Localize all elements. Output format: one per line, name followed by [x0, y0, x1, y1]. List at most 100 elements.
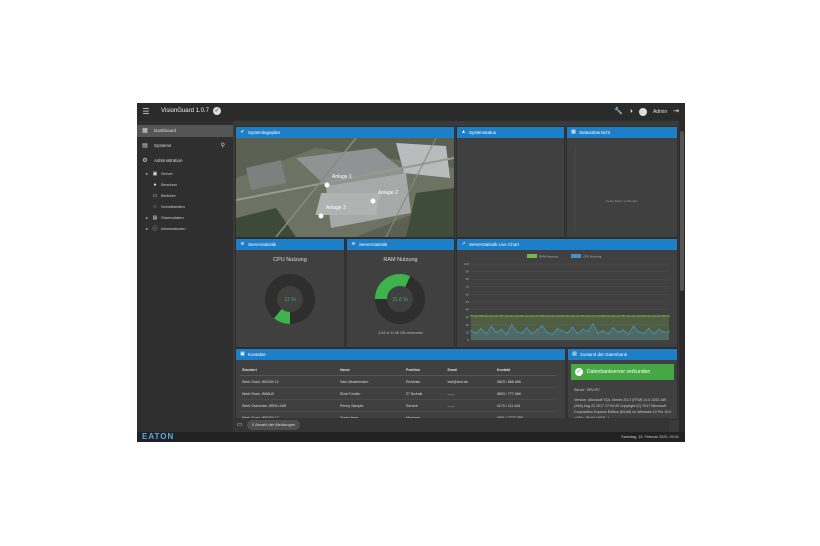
- menu-icon[interactable]: ☰: [142, 107, 150, 116]
- data-point[interactable]: [571, 315, 574, 317]
- aerial-map[interactable]: [236, 138, 454, 237]
- data-point[interactable]: [480, 327, 482, 330]
- data-point[interactable]: [581, 328, 584, 331]
- column-header[interactable]: Position: [403, 365, 446, 376]
- map-pin[interactable]: Anlage 3: [318, 205, 346, 224]
- data-point[interactable]: [561, 330, 564, 332]
- logout-icon[interactable]: ⇥: [673, 106, 679, 118]
- data-point[interactable]: [475, 315, 477, 317]
- data-point[interactable]: [515, 315, 518, 317]
- scrollbar[interactable]: [679, 121, 685, 432]
- data-point[interactable]: [668, 330, 670, 333]
- data-point[interactable]: [592, 323, 594, 325]
- sidebar-item-administration[interactable]: ⚙ Administration: [137, 155, 233, 167]
- table-row[interactable]: Werk Ostcenter, WEN.L008 Penny Sample Se…: [240, 399, 556, 412]
- wrench-icon[interactable]: 🔧: [614, 106, 623, 118]
- sidebar-item-systems[interactable]: ▤ Systems ⚲: [137, 140, 233, 152]
- data-point[interactable]: [576, 333, 579, 335]
- scrollbar-thumb[interactable]: [680, 131, 684, 291]
- legend-swatch[interactable]: [527, 254, 537, 258]
- data-point[interactable]: [637, 315, 640, 317]
- legend-label[interactable]: CPU Nutzung: [583, 255, 602, 259]
- data-point[interactable]: [521, 315, 523, 317]
- data-point[interactable]: [505, 315, 508, 317]
- table-row[interactable]: Werk Rose, WA6LB Elvis Fumklo IT-Technik…: [240, 387, 556, 400]
- sidebar-subitem-server[interactable]: ▸ ▣ Server: [137, 169, 233, 179]
- data-point[interactable]: [571, 326, 574, 328]
- column-header[interactable]: Email: [445, 365, 495, 376]
- data-point[interactable]: [556, 327, 559, 330]
- data-point[interactable]: [602, 315, 604, 317]
- data-point[interactable]: [485, 333, 487, 335]
- sidebar-subitem-schnittstellen[interactable]: ⁙ Schnittstellen: [137, 202, 233, 212]
- data-point[interactable]: [658, 328, 660, 331]
- data-point[interactable]: [597, 315, 599, 317]
- data-point[interactable]: [607, 333, 609, 335]
- legend-label[interactable]: RAM Nutzung: [539, 255, 558, 259]
- data-point[interactable]: [521, 332, 523, 334]
- data-point[interactable]: [470, 330, 472, 332]
- column-header[interactable]: Standort: [240, 365, 338, 376]
- sidebar-subitem-berichte[interactable]: ▭ Berichte: [137, 191, 233, 201]
- data-point[interactable]: [541, 324, 543, 327]
- sidebar-item-dashboard[interactable]: ▦ Dashboard: [137, 125, 233, 137]
- data-point[interactable]: [546, 331, 548, 334]
- data-point[interactable]: [480, 315, 482, 317]
- data-point[interactable]: [617, 315, 619, 317]
- sidebar-subitem-informationen[interactable]: ▸ ⓘ Informationen: [137, 224, 233, 234]
- data-point[interactable]: [627, 315, 630, 317]
- data-point[interactable]: [663, 315, 665, 317]
- data-point[interactable]: [627, 333, 630, 336]
- data-point[interactable]: [551, 315, 553, 317]
- data-point[interactable]: [632, 315, 635, 317]
- search-icon[interactable]: ⚲: [221, 140, 225, 152]
- user-name[interactable]: Admin: [653, 106, 667, 118]
- legend-swatch[interactable]: [571, 254, 581, 258]
- data-point[interactable]: [556, 315, 559, 317]
- sidebar-subitem-benutzer[interactable]: ● Benutzer: [137, 180, 233, 190]
- data-point[interactable]: [642, 332, 645, 334]
- data-point[interactable]: [653, 315, 655, 317]
- data-point[interactable]: [531, 315, 533, 317]
- data-point[interactable]: [561, 315, 564, 317]
- data-point[interactable]: [653, 333, 655, 335]
- data-point[interactable]: [500, 315, 503, 317]
- user-avatar-icon[interactable]: [638, 108, 647, 116]
- data-point[interactable]: [647, 315, 650, 317]
- data-point[interactable]: [495, 315, 498, 317]
- data-point[interactable]: [485, 315, 487, 317]
- data-point[interactable]: [607, 315, 609, 317]
- map-pin[interactable]: Anlage 2: [370, 190, 398, 209]
- contrast-icon[interactable]: ◑: [629, 106, 633, 118]
- data-point[interactable]: [587, 315, 589, 317]
- data-point[interactable]: [490, 325, 493, 328]
- data-point[interactable]: [541, 315, 543, 317]
- data-point[interactable]: [622, 329, 625, 331]
- data-point[interactable]: [668, 315, 670, 317]
- column-header[interactable]: Name: [337, 365, 404, 376]
- data-point[interactable]: [526, 327, 528, 329]
- data-point[interactable]: [612, 327, 614, 329]
- data-point[interactable]: [510, 315, 513, 317]
- data-point[interactable]: [642, 315, 645, 317]
- data-point[interactable]: [663, 331, 665, 334]
- data-point[interactable]: [490, 315, 493, 317]
- data-point[interactable]: [632, 325, 635, 328]
- data-point[interactable]: [551, 333, 553, 336]
- data-point[interactable]: [505, 333, 508, 336]
- data-point[interactable]: [526, 315, 528, 317]
- data-point[interactable]: [531, 333, 533, 335]
- notifications-button[interactable]: 0 Anzahl der Meldungen: [247, 420, 301, 430]
- data-point[interactable]: [536, 329, 538, 331]
- live-chart[interactable]: RAM Nutzung CPU Nutzung 0 10 20 30 40 50 60 70 80 9…: [457, 250, 677, 347]
- data-point[interactable]: [647, 327, 650, 330]
- data-point[interactable]: [602, 330, 604, 332]
- data-point[interactable]: [566, 332, 569, 334]
- data-point[interactable]: [500, 328, 503, 331]
- data-point[interactable]: [510, 324, 513, 326]
- data-point[interactable]: [637, 330, 640, 333]
- data-point[interactable]: [475, 332, 477, 334]
- table-row[interactable]: Werk Sued, WSOW 12 Sam Mustermann Einkle…: [240, 375, 556, 388]
- data-point[interactable]: [612, 315, 614, 317]
- expand-arrow-icon[interactable]: ▸: [146, 213, 148, 223]
